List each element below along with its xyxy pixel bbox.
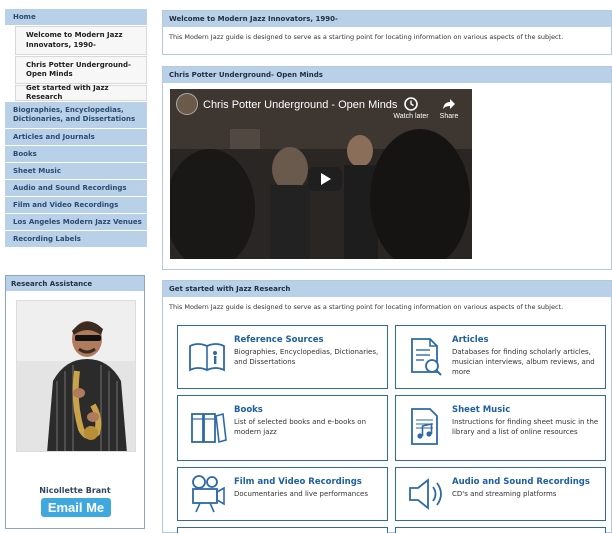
card-title[interactable]: Articles bbox=[452, 335, 489, 345]
card-title[interactable]: Books bbox=[234, 405, 263, 415]
card-description: Instructions for finding sheet music in … bbox=[452, 418, 599, 437]
nav-item-venues[interactable]: Los Angeles Modern Jazz Venues bbox=[5, 214, 147, 230]
film-camera-icon bbox=[192, 475, 225, 513]
card-sheet-music[interactable]: Sheet Music Instructions for finding she… bbox=[395, 395, 606, 461]
card-audio-sound[interactable]: Audio and Sound Recordings CD's and stre… bbox=[395, 467, 606, 521]
card-articles[interactable]: Articles Databases for finding scholarly… bbox=[395, 325, 606, 389]
card-partial-right[interactable] bbox=[395, 527, 606, 533]
video-box: Chris Potter Underground- Open Minds Chr… bbox=[162, 66, 612, 270]
card-partial-left[interactable] bbox=[177, 527, 388, 533]
nav-subitem-welcome[interactable]: Welcome to Modern Jazz Innovators, 1990- bbox=[15, 26, 147, 55]
research-assistance-box: Research Assistance Nicollette Brant Ema… bbox=[5, 275, 145, 529]
card-description: Biographies, Encyclopedias, Dictionaries… bbox=[234, 348, 379, 367]
nav-item-home[interactable]: Home bbox=[5, 9, 147, 25]
get-started-text: This Modern Jazz guide is designed to se… bbox=[169, 303, 564, 311]
card-title[interactable]: Audio and Sound Recordings bbox=[452, 477, 590, 487]
watch-later-label: Watch later bbox=[393, 113, 429, 120]
nav-item-labels[interactable]: Recording Labels bbox=[5, 231, 147, 247]
card-title[interactable]: Reference Sources bbox=[234, 335, 324, 345]
welcome-text: This Modern Jazz guide is designed to se… bbox=[169, 33, 564, 41]
librarian-name: Nicollette Brant bbox=[39, 486, 111, 495]
play-icon bbox=[321, 173, 331, 185]
research-assistance-heading: Research Assistance bbox=[6, 276, 144, 291]
card-description: List of selected books and e-books on mo… bbox=[234, 418, 367, 437]
librarian-photo bbox=[16, 300, 136, 452]
nav-item-audio[interactable]: Audio and Sound Recordings bbox=[5, 180, 147, 196]
card-film-video[interactable]: Film and Video Recordings Documentaries … bbox=[177, 467, 388, 521]
sheet-music-icon bbox=[411, 408, 438, 445]
share-label: Share bbox=[439, 113, 459, 120]
watch-later-button[interactable]: Watch later bbox=[391, 97, 431, 120]
document-search-icon bbox=[411, 338, 442, 376]
guide-nav: Home Welcome to Modern Jazz Innovators, … bbox=[5, 9, 147, 248]
share-arrow-icon bbox=[443, 99, 455, 109]
video-title[interactable]: Chris Potter Underground - Open Minds bbox=[203, 99, 397, 111]
books-icon bbox=[191, 412, 227, 444]
card-reference-sources[interactable]: Reference Sources Biographies, Encyclope… bbox=[177, 325, 388, 389]
welcome-box: Welcome to Modern Jazz Innovators, 1990-… bbox=[162, 10, 612, 55]
card-title[interactable]: Film and Video Recordings bbox=[234, 477, 362, 487]
email-me-button[interactable]: Email Me bbox=[41, 498, 111, 517]
clock-icon bbox=[404, 97, 418, 111]
share-button[interactable]: Share bbox=[436, 97, 462, 120]
card-description: Databases for finding scholarly articles… bbox=[452, 348, 595, 377]
nav-item-articles[interactable]: Articles and Journals bbox=[5, 129, 147, 145]
nav-subitem-video[interactable]: Chris Potter Underground- Open Minds bbox=[15, 56, 147, 84]
card-description: CD's and streaming platforms bbox=[452, 490, 557, 498]
nav-subitem-get-started[interactable]: Get started with Jazz Research bbox=[15, 84, 147, 101]
get-started-heading: Get started with Jazz Research bbox=[163, 281, 611, 297]
nav-item-biographies[interactable]: Biographies, Encyclopedias, Dictionaries… bbox=[5, 102, 147, 128]
video-heading: Chris Potter Underground- Open Minds bbox=[163, 67, 611, 83]
card-books[interactable]: Books List of selected books and e-books… bbox=[177, 395, 388, 461]
card-title[interactable]: Sheet Music bbox=[452, 405, 510, 415]
channel-avatar[interactable] bbox=[176, 93, 198, 115]
play-button[interactable] bbox=[308, 167, 342, 191]
book-info-icon bbox=[189, 343, 225, 372]
nav-item-sheet-music[interactable]: Sheet Music bbox=[5, 163, 147, 179]
nav-item-film[interactable]: Film and Video Recordings bbox=[5, 197, 147, 213]
speaker-icon bbox=[409, 478, 442, 510]
video-player[interactable]: Chris Potter Underground - Open Minds Wa… bbox=[170, 89, 472, 259]
get-started-box: Get started with Jazz Research This Mode… bbox=[162, 280, 612, 533]
card-description: Documentaries and live performances bbox=[234, 490, 368, 498]
nav-item-books[interactable]: Books bbox=[5, 146, 147, 162]
welcome-heading: Welcome to Modern Jazz Innovators, 1990- bbox=[163, 11, 611, 27]
